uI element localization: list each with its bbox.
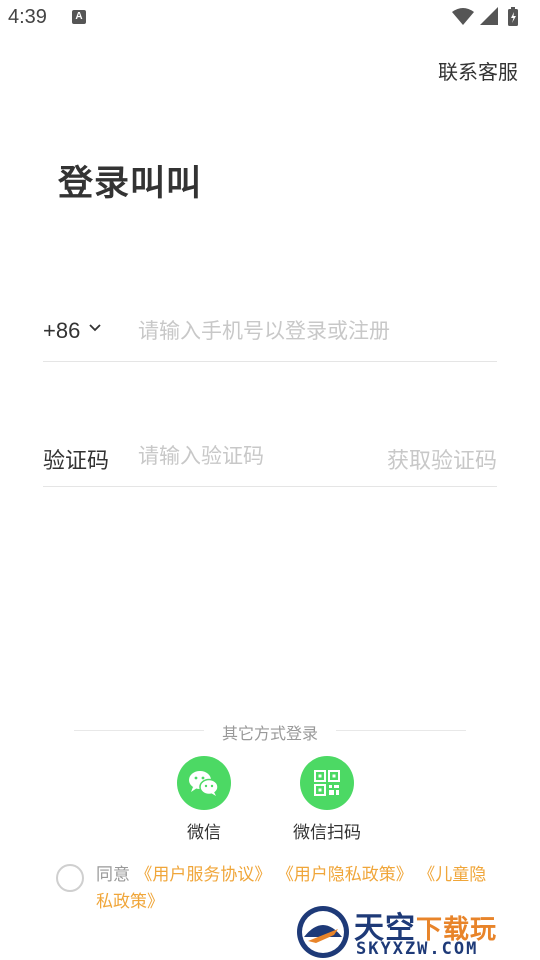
code-label: 验证码 — [43, 449, 110, 474]
get-code-button[interactable]: 获取验证码 — [387, 443, 497, 475]
wechat-scan-button[interactable]: 微信扫码 — [272, 756, 382, 843]
watermark-logo — [297, 906, 349, 958]
signal-icon — [480, 7, 498, 25]
status-icons — [452, 7, 518, 26]
code-input[interactable] — [138, 436, 358, 476]
country-code-selector[interactable]: +86 — [43, 318, 80, 344]
other-login-label: 其它方式登录 — [0, 720, 540, 744]
phone-input[interactable] — [138, 311, 493, 351]
wifi-icon — [452, 8, 474, 25]
other-login-text: 其它方式登录 — [211, 724, 328, 743]
agree-radio[interactable] — [56, 864, 84, 892]
wechat-login-button[interactable]: 微信 — [149, 756, 259, 843]
wechat-scan-label: 微信扫码 — [293, 823, 361, 843]
page-title: 登录叫叫 — [58, 164, 203, 204]
contact-service-link[interactable]: 联系客服 — [438, 56, 518, 85]
notification-icon: A — [72, 10, 86, 24]
watermark: 天空下载玩 SKYXZW.COM — [294, 903, 540, 960]
agree-prefix: 同意 — [96, 865, 130, 885]
watermark-subtitle: SKYXZW.COM — [356, 939, 479, 959]
status-time: 4:39 — [8, 6, 47, 28]
qrcode-icon — [300, 756, 354, 810]
user-privacy-policy-link[interactable]: 《用户隐私政策》 — [277, 865, 413, 885]
wechat-icon — [177, 756, 231, 810]
phone-row: +86 — [43, 305, 497, 362]
status-bar: 4:39 A — [0, 0, 540, 36]
chevron-down-icon[interactable] — [89, 324, 101, 332]
wechat-label: 微信 — [187, 823, 221, 843]
code-row: 验证码 获取验证码 — [43, 430, 497, 487]
user-service-agreement-link[interactable]: 《用户服务协议》 — [135, 865, 271, 885]
